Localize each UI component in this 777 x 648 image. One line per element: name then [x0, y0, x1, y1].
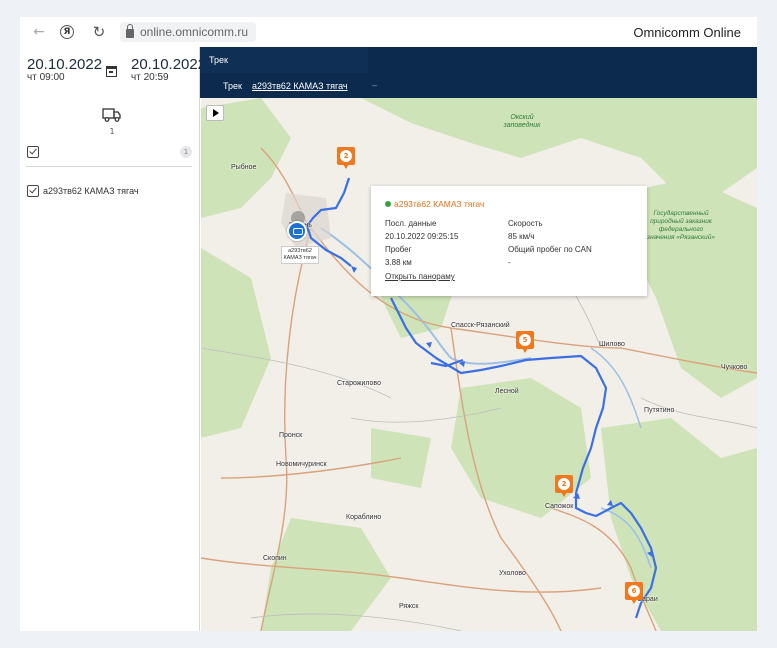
map-label-novomichurinsk: Новомичуринск: [276, 461, 327, 468]
select-all-checkbox[interactable]: [27, 146, 39, 158]
stop-marker[interactable]: 2: [337, 147, 355, 169]
vehicle-map-caption: а293тв62 КАМАЗ тягач: [281, 246, 319, 264]
can-mileage-value: -: [508, 258, 511, 267]
time-to-value: чт 20:59: [131, 72, 169, 83]
back-icon[interactable]: ←: [28, 24, 50, 40]
vehicle-filter[interactable]: 1: [102, 107, 122, 136]
date-from[interactable]: 20.10.2022 чт 09:00: [27, 56, 102, 83]
date-from-value: 20.10.2022: [27, 56, 103, 73]
speed-value: 85 км/ч: [508, 232, 535, 241]
sidebar: 20.10.2022 чт 09:00 20.10.2022 чт 20:59 …: [20, 47, 206, 631]
stop-marker[interactable]: 6: [625, 582, 643, 604]
date-to-value: 20.10.2022: [131, 56, 207, 73]
tabs-bar: Трек: [200, 47, 757, 73]
truck-icon: [102, 108, 121, 122]
map-label-spassk: Спасск-Рязанский: [451, 322, 510, 329]
vehicle-checkbox[interactable]: [27, 185, 39, 197]
browser-toolbar: ← Я ↻ online.omnicomm.ru Omnicomm Online: [20, 17, 757, 47]
can-mileage-label: Общий пробег по CAN: [508, 245, 592, 254]
popup-vehicle-name: а293тв62 КАМАЗ тягач: [394, 199, 485, 209]
calendar-icon[interactable]: [106, 66, 117, 77]
yandex-icon[interactable]: Я: [60, 25, 74, 39]
map-label-lesnoy: Лесной: [495, 388, 519, 395]
screen: ← Я ↻ online.omnicomm.ru Omnicomm Online…: [20, 17, 757, 631]
reload-icon[interactable]: ↻: [88, 23, 110, 41]
map-label-oksky: Окский заповедник: [503, 114, 541, 129]
select-all-row: 1: [26, 143, 192, 167]
map-label-sapozhok: Сапожок: [545, 503, 574, 510]
map-label-putyatino: Путятино: [644, 407, 675, 414]
stop-marker[interactable]: 2: [555, 475, 573, 497]
track-header: Трек а293тв62 КАМАЗ тягач –: [200, 73, 757, 98]
map[interactable]: Рыбное Рязань Окский заповедник Государс…: [201, 98, 757, 631]
map-label-chuchkovo: Чучково: [721, 364, 748, 371]
map-label-ryazhsk: Ряжск: [399, 603, 419, 610]
map-background: [201, 98, 757, 631]
vehicle-count: 1: [109, 127, 115, 136]
stop-marker[interactable]: 5: [516, 331, 534, 353]
map-label-korablino: Кораблино: [346, 514, 382, 521]
map-label-pronsk: Пронск: [279, 432, 303, 439]
collapse-panel-button[interactable]: [206, 105, 224, 121]
track-vehicle-link[interactable]: а293тв62 КАМАЗ тягач: [252, 81, 348, 91]
lock-icon: [126, 24, 134, 38]
speed-label: Скорость: [508, 219, 543, 228]
group-count-badge: 1: [180, 146, 192, 158]
map-label-reserve: Государственный природный заказник федер…: [647, 210, 715, 241]
track-separator: –: [372, 80, 378, 90]
map-label-starozhilovo: Старожилово: [337, 380, 381, 387]
open-panorama-link[interactable]: Открыть панораму: [385, 272, 455, 281]
mileage-value: 3.88 км: [385, 258, 412, 267]
date-to[interactable]: 20.10.2022 чт 20:59: [131, 56, 206, 83]
last-data-value: 20.10.2022 09:25:15: [385, 232, 459, 241]
page-title: Omnicomm Online: [633, 25, 741, 40]
car-icon[interactable]: [287, 221, 307, 241]
status-dot-icon: [385, 201, 391, 207]
last-data-label: Посл. данные: [385, 219, 437, 228]
map-label-skopin: Скопин: [263, 555, 287, 562]
address-bar[interactable]: online.omnicomm.ru: [120, 22, 257, 42]
vehicle-label: а293тв62 КАМАЗ тягач: [43, 186, 139, 196]
tab-track[interactable]: Трек: [200, 47, 368, 73]
date-range[interactable]: 20.10.2022 чт 09:00 20.10.2022 чт 20:59: [27, 56, 206, 88]
map-label-ukholovo: Ухолово: [499, 570, 526, 577]
mileage-label: Пробег: [385, 245, 412, 254]
time-from-value: чт 09:00: [27, 72, 65, 83]
map-label-shilovo: Шилово: [599, 341, 625, 348]
vehicle-info-popup: а293тв62 КАМАЗ тягач Посл. данные 20.10.…: [371, 186, 647, 296]
vehicle-list-item[interactable]: а293тв62 КАМАЗ тягач: [27, 185, 139, 197]
map-label-rybnoe: Рыбное: [231, 164, 257, 171]
track-label: Трек: [223, 81, 242, 91]
url-text: online.omnicomm.ru: [140, 25, 249, 39]
